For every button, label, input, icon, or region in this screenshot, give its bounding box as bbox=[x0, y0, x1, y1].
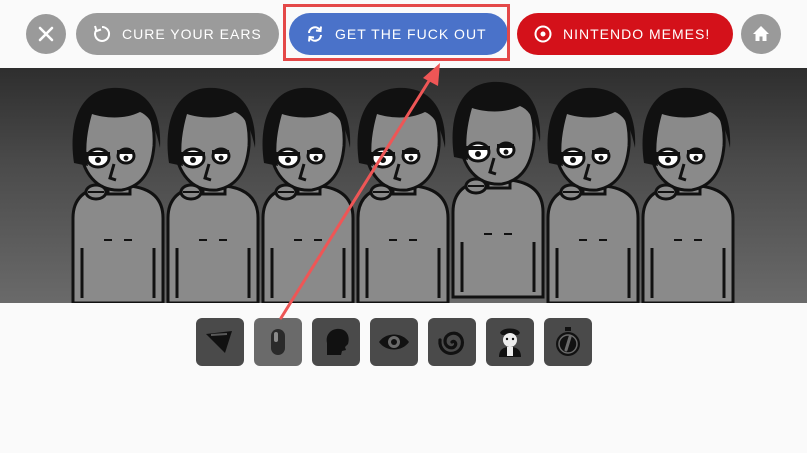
stopwatch-icon bbox=[556, 327, 580, 356]
character-3 bbox=[261, 87, 355, 303]
stopwatch-icon-slot[interactable] bbox=[544, 318, 592, 366]
character-4 bbox=[356, 87, 450, 303]
get-out-button[interactable]: GET THE FUCK OUT bbox=[289, 13, 508, 55]
character-6 bbox=[546, 87, 640, 303]
portrait-icon bbox=[499, 328, 521, 357]
get-out-label: GET THE FUCK OUT bbox=[335, 26, 487, 42]
head-icon-slot[interactable] bbox=[312, 318, 360, 366]
characters bbox=[71, 81, 735, 303]
cure-your-ears-label: CURE YOUR EARS bbox=[122, 26, 262, 42]
character-7 bbox=[641, 87, 735, 303]
nintendo-memes-label: NINTENDO MEMES! bbox=[563, 26, 711, 42]
spiral-icon-slot[interactable] bbox=[428, 318, 476, 366]
home-button[interactable] bbox=[741, 14, 781, 54]
eye-icon-slot[interactable] bbox=[370, 318, 418, 366]
capsule-icon bbox=[271, 329, 285, 355]
character-1 bbox=[71, 87, 165, 303]
capsule-icon-slot[interactable] bbox=[254, 318, 302, 366]
head-icon bbox=[326, 328, 349, 355]
character-stage bbox=[0, 68, 807, 303]
toolbar: CURE YOUR EARS GET THE FUCK OUT NINTENDO… bbox=[0, 0, 807, 68]
paper-icon-slot[interactable] bbox=[196, 318, 244, 366]
refresh-icon bbox=[92, 24, 112, 44]
home-icon bbox=[753, 26, 769, 41]
eye-icon bbox=[379, 334, 409, 350]
sync-icon bbox=[305, 24, 325, 44]
nintendo-memes-button[interactable]: NINTENDO MEMES! bbox=[517, 13, 733, 55]
portrait-icon-slot[interactable] bbox=[486, 318, 534, 366]
cure-your-ears-button[interactable]: CURE YOUR EARS bbox=[76, 13, 279, 55]
spiral-icon bbox=[438, 331, 465, 355]
character-2 bbox=[166, 87, 260, 303]
close-icon bbox=[38, 26, 54, 42]
record-icon bbox=[533, 24, 553, 44]
paper-icon bbox=[206, 331, 232, 353]
character-5 bbox=[451, 81, 545, 299]
close-button[interactable] bbox=[26, 14, 66, 54]
